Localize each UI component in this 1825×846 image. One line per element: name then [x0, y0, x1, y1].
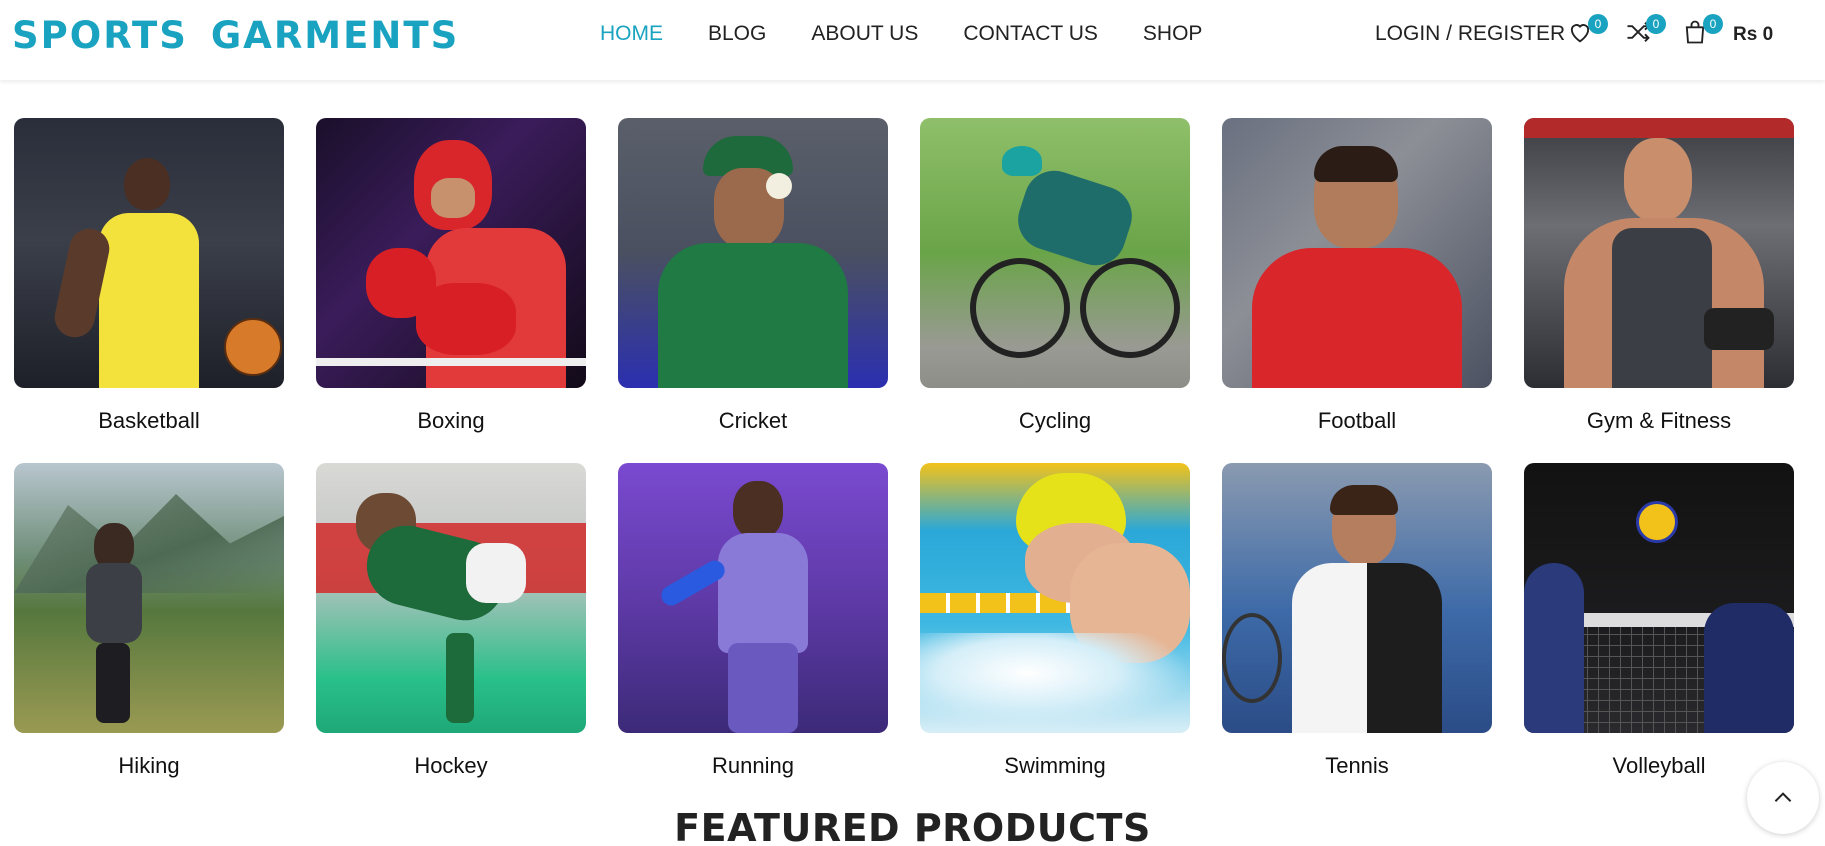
category-card-cricket[interactable]: Cricket	[618, 118, 888, 463]
login-register-link[interactable]: LOGIN / REGISTER	[1375, 22, 1565, 46]
category-card-hiking[interactable]: Hiking	[14, 463, 284, 808]
category-image-swimming[interactable]	[920, 463, 1190, 733]
category-card-hockey[interactable]: Hockey	[316, 463, 586, 808]
category-label[interactable]: Running	[618, 753, 888, 779]
cart-count-badge: 0	[1703, 14, 1723, 34]
category-image-football[interactable]	[1222, 118, 1492, 388]
category-image-boxing[interactable]	[316, 118, 586, 388]
category-image-hiking[interactable]	[14, 463, 284, 733]
featured-products-heading: FEATURED PRODUCTS	[674, 806, 1151, 846]
category-card-gym-fitness[interactable]: Gym & Fitness	[1524, 118, 1794, 463]
category-grid: Basketball Boxing Cricket Cycling Footba…	[14, 118, 1794, 808]
compare-count-badge: 0	[1646, 14, 1666, 34]
category-label[interactable]: Swimming	[920, 753, 1190, 779]
category-card-volleyball[interactable]: Volleyball	[1524, 463, 1794, 808]
category-label[interactable]: Football	[1222, 408, 1492, 434]
site-header: SPORTS GARMENTS HOME BLOG ABOUT US CONTA…	[0, 0, 1825, 80]
category-image-hockey[interactable]	[316, 463, 586, 733]
category-card-running[interactable]: Running	[618, 463, 888, 808]
nav-shop[interactable]: SHOP	[1143, 22, 1203, 46]
scroll-to-top-button[interactable]	[1747, 762, 1819, 834]
main-nav: HOME BLOG ABOUT US CONTACT US SHOP	[600, 22, 1247, 46]
nav-blog[interactable]: BLOG	[708, 22, 766, 46]
category-card-basketball[interactable]: Basketball	[14, 118, 284, 463]
chevron-up-icon	[1774, 792, 1792, 802]
category-label[interactable]: Gym & Fitness	[1524, 408, 1794, 434]
category-card-swimming[interactable]: Swimming	[920, 463, 1190, 808]
category-image-tennis[interactable]	[1222, 463, 1492, 733]
category-label[interactable]: Cycling	[920, 408, 1190, 434]
header-actions: LOGIN / REGISTER 0 0 0 Rs 0	[1375, 14, 1825, 54]
category-image-cycling[interactable]	[920, 118, 1190, 388]
compare-button[interactable]: 0	[1624, 14, 1666, 50]
cart-button[interactable]: 0	[1681, 14, 1723, 50]
category-label[interactable]: Boxing	[316, 408, 586, 434]
category-image-gym-fitness[interactable]	[1524, 118, 1794, 388]
category-card-football[interactable]: Football	[1222, 118, 1492, 463]
wishlist-button[interactable]: 0	[1566, 14, 1608, 50]
category-label[interactable]: Basketball	[14, 408, 284, 434]
nav-home[interactable]: HOME	[600, 22, 663, 46]
category-image-volleyball[interactable]	[1524, 463, 1794, 733]
category-label[interactable]: Hockey	[316, 753, 586, 779]
category-card-boxing[interactable]: Boxing	[316, 118, 586, 463]
category-label[interactable]: Cricket	[618, 408, 888, 434]
category-image-cricket[interactable]	[618, 118, 888, 388]
category-card-cycling[interactable]: Cycling	[920, 118, 1190, 463]
site-logo[interactable]: SPORTS GARMENTS	[12, 14, 459, 57]
category-label[interactable]: Hiking	[14, 753, 284, 779]
nav-contact-us[interactable]: CONTACT US	[963, 22, 1098, 46]
category-image-basketball[interactable]	[14, 118, 284, 388]
wishlist-count-badge: 0	[1588, 14, 1608, 34]
cart-total[interactable]: Rs 0	[1733, 24, 1773, 46]
category-card-tennis[interactable]: Tennis	[1222, 463, 1492, 808]
nav-about-us[interactable]: ABOUT US	[811, 22, 918, 46]
category-label[interactable]: Tennis	[1222, 753, 1492, 779]
category-image-running[interactable]	[618, 463, 888, 733]
